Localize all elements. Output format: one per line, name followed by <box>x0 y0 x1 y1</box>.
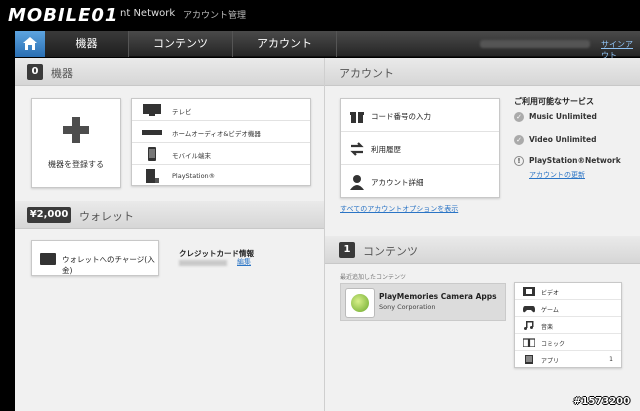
account-item-label: 利用履歴 <box>371 145 401 154</box>
music-note-icon <box>524 321 534 330</box>
recent-app-card[interactable]: PlayMemories Camera Apps Sony Corporatio… <box>340 283 506 321</box>
category-app[interactable]: アプリ 1 <box>515 351 621 368</box>
category-game[interactable]: ゲーム <box>515 300 621 317</box>
account-item-code-entry[interactable]: コード番号の入力 <box>341 99 499 132</box>
plus-icon <box>63 117 89 143</box>
home-button[interactable] <box>15 31 45 57</box>
account-options-list: コード番号の入力 利用履歴 アカウント詳細 <box>340 98 500 198</box>
devices-title: 機器 <box>51 67 73 80</box>
playstation-icon <box>146 169 159 183</box>
contents-count-badge: 1 <box>339 242 355 258</box>
category-label: コミック <box>541 341 566 348</box>
recent-app-title: PlayMemories Camera Apps <box>379 292 497 301</box>
service-music-unlimited: ✓ Music Unlimited <box>514 112 597 122</box>
device-item-mobile[interactable]: モバイル端末 <box>132 143 310 165</box>
mobile-icon <box>148 147 156 161</box>
top-bar: MOBILE01 nt Network アカウント管理 <box>0 0 640 30</box>
service-video-unlimited: ✓ Video Unlimited <box>514 135 596 145</box>
page-title: アカウント管理 <box>183 11 247 21</box>
category-comic[interactable]: コミック <box>515 334 621 351</box>
wallet-charge-label: ウォレットへのチャージ(入金) <box>62 255 155 275</box>
film-icon <box>523 287 535 296</box>
content-category-list: ビデオ ゲーム 音楽 コミック アプリ 1 <box>514 282 622 368</box>
category-label: ゲーム <box>541 307 559 314</box>
category-label: 音楽 <box>541 324 554 331</box>
check-icon: ✓ <box>514 112 524 122</box>
account-update-link[interactable]: アカウントの更新 <box>529 170 585 180</box>
register-device-label: 機器を登録する <box>48 160 104 169</box>
all-account-options-link[interactable]: すべてのアカウントオプションを表示 <box>340 204 458 214</box>
network-label: nt Network <box>120 8 176 19</box>
check-icon: ✓ <box>514 135 524 145</box>
register-device-button[interactable]: 機器を登録する <box>31 98 121 188</box>
wallet-title: ウォレット <box>79 210 134 223</box>
device-item-audio-video[interactable]: ホームオーディオ&ビデオ機器 <box>132 121 310 143</box>
wallet-balance-badge: ¥2,000 <box>27 207 71 223</box>
gift-icon <box>350 112 364 123</box>
tab-devices[interactable]: 機器 <box>45 31 129 57</box>
category-music[interactable]: 音楽 <box>515 317 621 334</box>
recent-app-publisher: Sony Corporation <box>379 303 436 311</box>
contents-header: 1 コンテンツ <box>325 236 640 264</box>
main-nav: 機器 コンテンツ アカウント サインアウト <box>15 31 640 60</box>
recent-content-label: 最近追加したコンテンツ <box>340 274 407 281</box>
account-item-history[interactable]: 利用履歴 <box>341 132 499 165</box>
person-icon <box>350 175 364 190</box>
dashboard: 0 機器 機器を登録する テレビ ホームオーディオ&ビデオ機器 モバイル端末 P… <box>15 58 640 411</box>
category-count: 1 <box>609 356 613 363</box>
device-item-label: PlayStation® <box>172 172 216 180</box>
gamepad-icon <box>523 306 535 313</box>
account-item-label: コード番号の入力 <box>371 112 431 121</box>
device-item-label: テレビ <box>172 108 192 116</box>
account-item-details[interactable]: アカウント詳細 <box>341 165 499 198</box>
devices-count-badge: 0 <box>27 64 43 80</box>
contents-title: コンテンツ <box>363 245 418 258</box>
tv-icon <box>143 104 161 116</box>
folder-icon <box>40 253 56 265</box>
credit-card-number-blurred <box>179 260 227 266</box>
device-item-playstation[interactable]: PlayStation® <box>132 165 310 187</box>
wallet-charge-button[interactable]: ウォレットへのチャージ(入金) <box>31 240 159 276</box>
device-item-label: モバイル端末 <box>172 152 211 160</box>
service-label: Music Unlimited <box>529 112 597 121</box>
device-item-tv[interactable]: テレビ <box>132 99 310 121</box>
wallet-header: ¥2,000 ウォレット <box>15 201 324 229</box>
account-item-label: アカウント詳細 <box>371 178 424 187</box>
account-header: アカウント <box>325 58 640 86</box>
playmemories-app-icon <box>345 288 375 318</box>
devices-header: 0 機器 <box>15 58 324 86</box>
service-label: PlayStation®Network <box>529 156 621 165</box>
book-icon <box>523 338 535 347</box>
service-playstation-network: ! PlayStation®Network <box>514 156 621 166</box>
column-divider <box>324 58 325 411</box>
home-icon <box>23 37 37 50</box>
app-icon <box>525 355 533 364</box>
tab-account[interactable]: アカウント <box>233 31 337 57</box>
service-label: Video Unlimited <box>529 135 597 144</box>
category-label: アプリ <box>541 358 560 365</box>
warning-icon: ! <box>514 156 524 166</box>
category-video[interactable]: ビデオ <box>515 283 621 300</box>
available-services-title: ご利用可能なサービス <box>514 97 594 106</box>
device-type-list: テレビ ホームオーディオ&ビデオ機器 モバイル端末 PlayStation® <box>131 98 311 186</box>
tab-contents[interactable]: コンテンツ <box>129 31 233 57</box>
arrows-icon <box>350 142 364 156</box>
watermark-text: #1573200 <box>573 396 631 407</box>
user-name-blurred <box>480 40 590 48</box>
category-label: ビデオ <box>541 290 560 297</box>
device-item-label: ホームオーディオ&ビデオ機器 <box>172 130 261 138</box>
account-title: アカウント <box>339 67 394 80</box>
credit-card-edit-link[interactable]: 編集 <box>237 257 251 267</box>
logo-text: MOBILE01 <box>8 5 119 26</box>
audio-device-icon <box>142 130 162 135</box>
